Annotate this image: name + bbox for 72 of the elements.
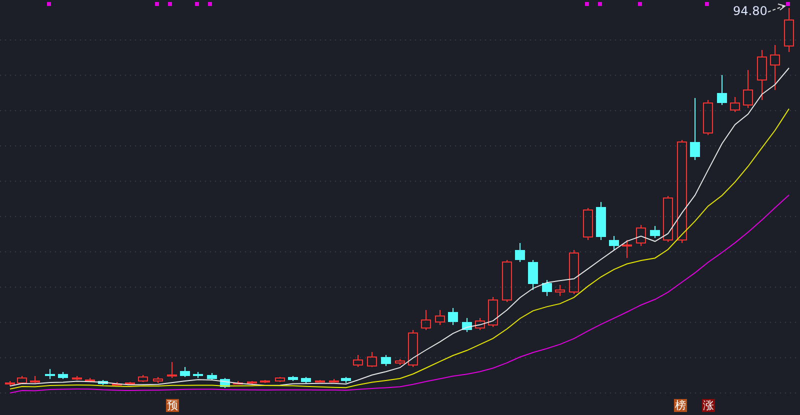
signal-marker <box>786 2 790 6</box>
candle <box>112 382 122 386</box>
candle <box>353 354 363 368</box>
candle <box>475 318 485 330</box>
candle <box>542 280 552 296</box>
signal-marker <box>638 2 642 6</box>
candle <box>596 202 606 240</box>
price-label: 94.80 <box>733 4 768 18</box>
candle <box>167 362 177 378</box>
candle <box>569 250 579 294</box>
signal-badge: 预 <box>166 399 179 412</box>
signal-marker <box>195 2 199 6</box>
candle <box>515 242 525 262</box>
signal-marker <box>705 2 709 6</box>
signal-marker <box>47 2 51 6</box>
candle <box>45 368 55 380</box>
candle <box>663 196 673 242</box>
signal-marker <box>155 2 159 6</box>
candle <box>770 44 780 90</box>
candle <box>329 378 339 382</box>
candle <box>622 240 632 258</box>
candle <box>609 236 619 250</box>
signal-badge: 榜 <box>674 399 687 412</box>
candle <box>301 376 311 384</box>
candle <box>315 380 325 382</box>
signal-marker <box>168 2 172 6</box>
candle <box>381 354 391 366</box>
candle <box>5 380 15 386</box>
candle <box>395 358 405 366</box>
candle <box>435 310 445 326</box>
candle <box>180 366 190 378</box>
candle <box>703 100 713 136</box>
candle <box>502 260 512 302</box>
candle <box>98 380 108 386</box>
signal-marker <box>598 2 602 6</box>
candle <box>462 318 472 332</box>
candle <box>408 330 418 368</box>
candle <box>528 260 538 290</box>
candle <box>341 376 351 384</box>
candle <box>138 374 148 382</box>
candle <box>125 382 135 386</box>
candle <box>730 96 740 112</box>
signal-marker <box>208 2 212 6</box>
candle <box>275 376 285 382</box>
candle <box>650 226 660 238</box>
candle <box>260 380 270 384</box>
signal-badge: 涨 <box>702 399 715 412</box>
candle <box>58 372 68 380</box>
candle <box>30 376 40 384</box>
candle <box>743 70 753 108</box>
candle <box>757 50 767 100</box>
candle <box>72 376 82 380</box>
candle <box>207 372 217 380</box>
candle <box>193 372 203 378</box>
candle <box>583 208 593 240</box>
candle <box>555 284 565 296</box>
candle <box>636 224 646 246</box>
candle <box>784 8 794 52</box>
candle <box>448 308 458 326</box>
candle <box>17 376 27 384</box>
candle <box>690 98 700 160</box>
signal-marker <box>585 2 589 6</box>
candle <box>488 296 498 328</box>
candle <box>233 380 243 384</box>
candle <box>421 310 431 330</box>
candle <box>288 376 298 382</box>
candle <box>85 378 95 382</box>
candle <box>717 74 727 106</box>
candle <box>367 352 377 368</box>
candle <box>247 380 257 384</box>
candle <box>153 376 163 384</box>
leader-line <box>768 4 786 12</box>
